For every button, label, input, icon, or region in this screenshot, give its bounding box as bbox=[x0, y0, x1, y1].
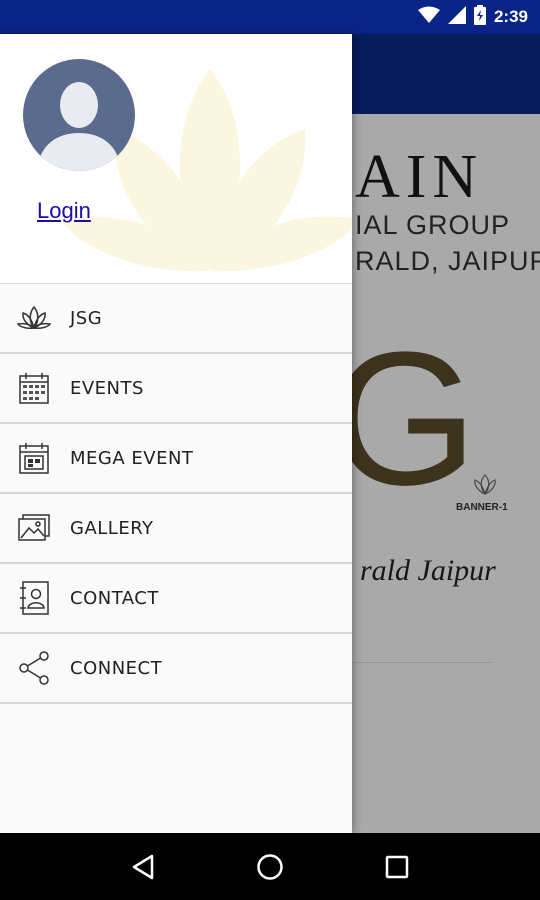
menu-item-label: JSG bbox=[70, 307, 103, 329]
share-icon bbox=[17, 651, 51, 685]
status-time: 2:39 bbox=[493, 7, 528, 26]
lotus-icon bbox=[17, 301, 51, 335]
menu-item-connect[interactable]: CONNECT bbox=[0, 634, 352, 704]
menu-item-label: GALLERY bbox=[70, 517, 154, 539]
home-icon[interactable] bbox=[250, 847, 290, 887]
drawer-menu: JSG EVENTS MEGA EVENT GALLERY CONTACT CO… bbox=[0, 283, 352, 704]
menu-item-gallery[interactable]: GALLERY bbox=[0, 494, 352, 564]
status-bar: 2:39 bbox=[0, 0, 540, 34]
menu-item-jsg[interactable]: JSG bbox=[0, 284, 352, 354]
signal-icon bbox=[447, 6, 466, 28]
menu-item-label: EVENTS bbox=[70, 377, 144, 399]
wifi-icon bbox=[417, 6, 440, 28]
avatar[interactable] bbox=[23, 59, 135, 171]
recents-icon[interactable] bbox=[377, 847, 417, 887]
menu-item-label: MEGA EVENT bbox=[70, 447, 194, 469]
back-icon[interactable] bbox=[123, 847, 163, 887]
system-nav-bar bbox=[0, 833, 540, 900]
gallery-icon bbox=[17, 511, 51, 545]
calendar-event-icon bbox=[17, 441, 51, 475]
login-link[interactable]: Login bbox=[37, 198, 91, 224]
menu-item-label: CONTACT bbox=[70, 587, 159, 609]
contact-icon bbox=[17, 581, 51, 615]
menu-item-contact[interactable]: CONTACT bbox=[0, 564, 352, 634]
menu-item-mega-event[interactable]: MEGA EVENT bbox=[0, 424, 352, 494]
menu-item-events[interactable]: EVENTS bbox=[0, 354, 352, 424]
calendar-icon bbox=[17, 371, 51, 405]
navigation-drawer: Login JSG EVENTS MEGA EVENT GALLERY CONT… bbox=[0, 34, 352, 833]
drawer-header: Login bbox=[0, 34, 352, 283]
battery-icon bbox=[473, 5, 486, 29]
menu-item-label: CONNECT bbox=[70, 657, 163, 679]
